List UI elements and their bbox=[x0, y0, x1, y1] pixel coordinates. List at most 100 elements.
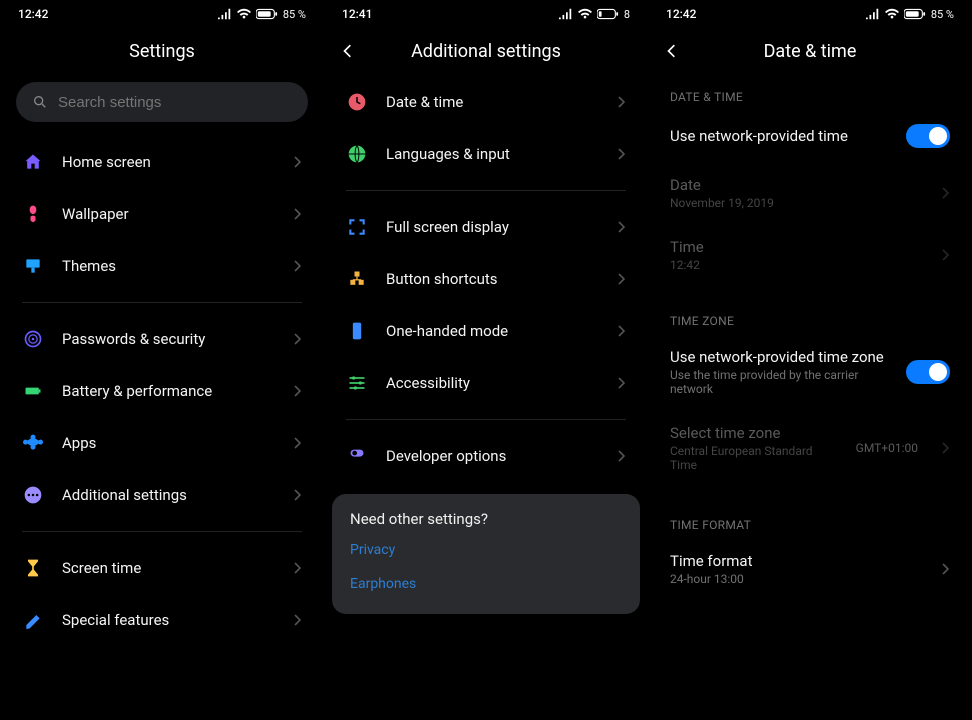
additional-list: Date & time Languages & input Full scree… bbox=[324, 76, 648, 614]
battery-icon bbox=[904, 8, 926, 20]
chevron-right-icon bbox=[294, 260, 302, 272]
search-input[interactable] bbox=[58, 94, 292, 111]
chevron-right-icon bbox=[942, 442, 950, 454]
row-home-screen[interactable]: Home screen bbox=[0, 136, 324, 188]
chevron-right-icon bbox=[618, 325, 626, 337]
row-label: Additional settings bbox=[62, 486, 276, 504]
header: Date & time bbox=[648, 26, 972, 76]
row-label: Themes bbox=[62, 257, 276, 275]
security-icon bbox=[22, 328, 44, 350]
toggle-network-tz[interactable] bbox=[906, 360, 950, 384]
chevron-right-icon bbox=[618, 450, 626, 462]
signal-icon bbox=[866, 8, 880, 20]
chevron-right-icon bbox=[294, 333, 302, 345]
row-accessibility[interactable]: Accessibility bbox=[324, 357, 648, 409]
battery-percent: 85 % bbox=[283, 8, 306, 21]
header: Settings bbox=[0, 26, 324, 76]
page-title: Settings bbox=[18, 41, 306, 62]
header: Additional settings bbox=[324, 26, 648, 76]
row-label: Accessibility bbox=[386, 374, 600, 392]
globe-icon bbox=[346, 143, 368, 165]
battery-percent: 8 bbox=[624, 8, 630, 21]
row-fullscreen[interactable]: Full screen display bbox=[324, 201, 648, 253]
row-label: Date & time bbox=[386, 93, 600, 111]
row-buttons[interactable]: Button shortcuts bbox=[324, 253, 648, 305]
row-label: Wallpaper bbox=[62, 205, 276, 223]
row-use-network-tz[interactable]: Use network-provided time zone Use the t… bbox=[648, 334, 972, 410]
divider bbox=[346, 419, 626, 420]
row-additional[interactable]: Additional settings bbox=[0, 469, 324, 521]
row-label: Use network-provided time bbox=[670, 127, 888, 145]
row-label: Passwords & security bbox=[62, 330, 276, 348]
row-wallpaper[interactable]: Wallpaper bbox=[0, 188, 324, 240]
row-label: Special features bbox=[62, 611, 276, 629]
row-label: Screen time bbox=[62, 559, 276, 577]
status-icons: 85 % bbox=[866, 8, 954, 21]
row-security[interactable]: Passwords & security bbox=[0, 313, 324, 365]
row-label: Languages & input bbox=[386, 145, 600, 163]
row-label: Select time zone bbox=[670, 424, 838, 442]
chevron-right-icon bbox=[618, 96, 626, 108]
clock-icon bbox=[346, 91, 368, 113]
chevron-right-icon bbox=[294, 156, 302, 168]
chevron-right-icon bbox=[294, 562, 302, 574]
row-apps[interactable]: Apps bbox=[0, 417, 324, 469]
additional-icon bbox=[22, 484, 44, 506]
row-screentime[interactable]: Screen time bbox=[0, 542, 324, 594]
chevron-right-icon bbox=[294, 208, 302, 220]
signal-icon bbox=[218, 8, 232, 20]
row-sublabel: Central European Standard Time bbox=[670, 444, 838, 472]
row-battery[interactable]: Battery & performance bbox=[0, 365, 324, 417]
search-box[interactable] bbox=[16, 82, 308, 122]
status-time: 12:41 bbox=[342, 7, 372, 21]
row-time-format[interactable]: Time format 24-hour 13:00 bbox=[648, 538, 972, 600]
row-select-tz: Select time zone Central European Standa… bbox=[648, 410, 972, 486]
row-onehand[interactable]: One-handed mode bbox=[324, 305, 648, 357]
search-icon bbox=[32, 94, 48, 110]
divider bbox=[22, 531, 302, 532]
status-time: 12:42 bbox=[666, 7, 696, 21]
wifi-icon bbox=[237, 8, 251, 20]
chevron-right-icon bbox=[618, 273, 626, 285]
section-timeformat: TIME FORMAT bbox=[648, 504, 972, 538]
page-title: Date & time bbox=[666, 41, 954, 62]
row-label: Date bbox=[670, 176, 924, 194]
chevron-right-icon bbox=[618, 221, 626, 233]
chevron-right-icon bbox=[294, 614, 302, 626]
row-datetime[interactable]: Date & time bbox=[324, 76, 648, 128]
page-title: Additional settings bbox=[342, 41, 630, 62]
link-earphones[interactable]: Earphones bbox=[350, 576, 622, 592]
battery-percent: 85 % bbox=[931, 8, 954, 21]
row-themes[interactable]: Themes bbox=[0, 240, 324, 292]
chevron-right-icon bbox=[618, 148, 626, 160]
developer-icon bbox=[346, 445, 368, 467]
row-developer[interactable]: Developer options bbox=[324, 430, 648, 482]
row-label: Home screen bbox=[62, 153, 276, 171]
special-icon bbox=[22, 609, 44, 631]
apps-icon bbox=[22, 432, 44, 454]
chevron-right-icon bbox=[618, 377, 626, 389]
screentime-icon bbox=[22, 557, 44, 579]
status-time: 12:42 bbox=[18, 7, 48, 21]
accessibility-icon bbox=[346, 372, 368, 394]
row-date: Date November 19, 2019 bbox=[648, 162, 972, 224]
link-privacy[interactable]: Privacy bbox=[350, 542, 622, 558]
datetime-list: DATE & TIME Use network-provided time Da… bbox=[648, 76, 972, 600]
row-special[interactable]: Special features bbox=[0, 594, 324, 646]
other-settings-box: Need other settings? Privacy Earphones bbox=[332, 494, 640, 614]
tz-offset: GMT+01:00 bbox=[856, 441, 918, 455]
status-icons: 8 bbox=[559, 8, 630, 21]
chevron-right-icon bbox=[294, 437, 302, 449]
status-bar: 12:42 85 % bbox=[648, 0, 972, 26]
status-icons: 85 % bbox=[218, 8, 306, 21]
divider bbox=[22, 302, 302, 303]
wallpaper-icon bbox=[22, 203, 44, 225]
home-icon bbox=[22, 151, 44, 173]
battery-icon bbox=[597, 8, 619, 20]
row-use-network-time[interactable]: Use network-provided time bbox=[648, 110, 972, 162]
row-languages[interactable]: Languages & input bbox=[324, 128, 648, 180]
status-bar: 12:41 8 bbox=[324, 0, 648, 26]
row-label: Full screen display bbox=[386, 218, 600, 236]
section-datetime: DATE & TIME bbox=[648, 76, 972, 110]
toggle-network-time[interactable] bbox=[906, 124, 950, 148]
